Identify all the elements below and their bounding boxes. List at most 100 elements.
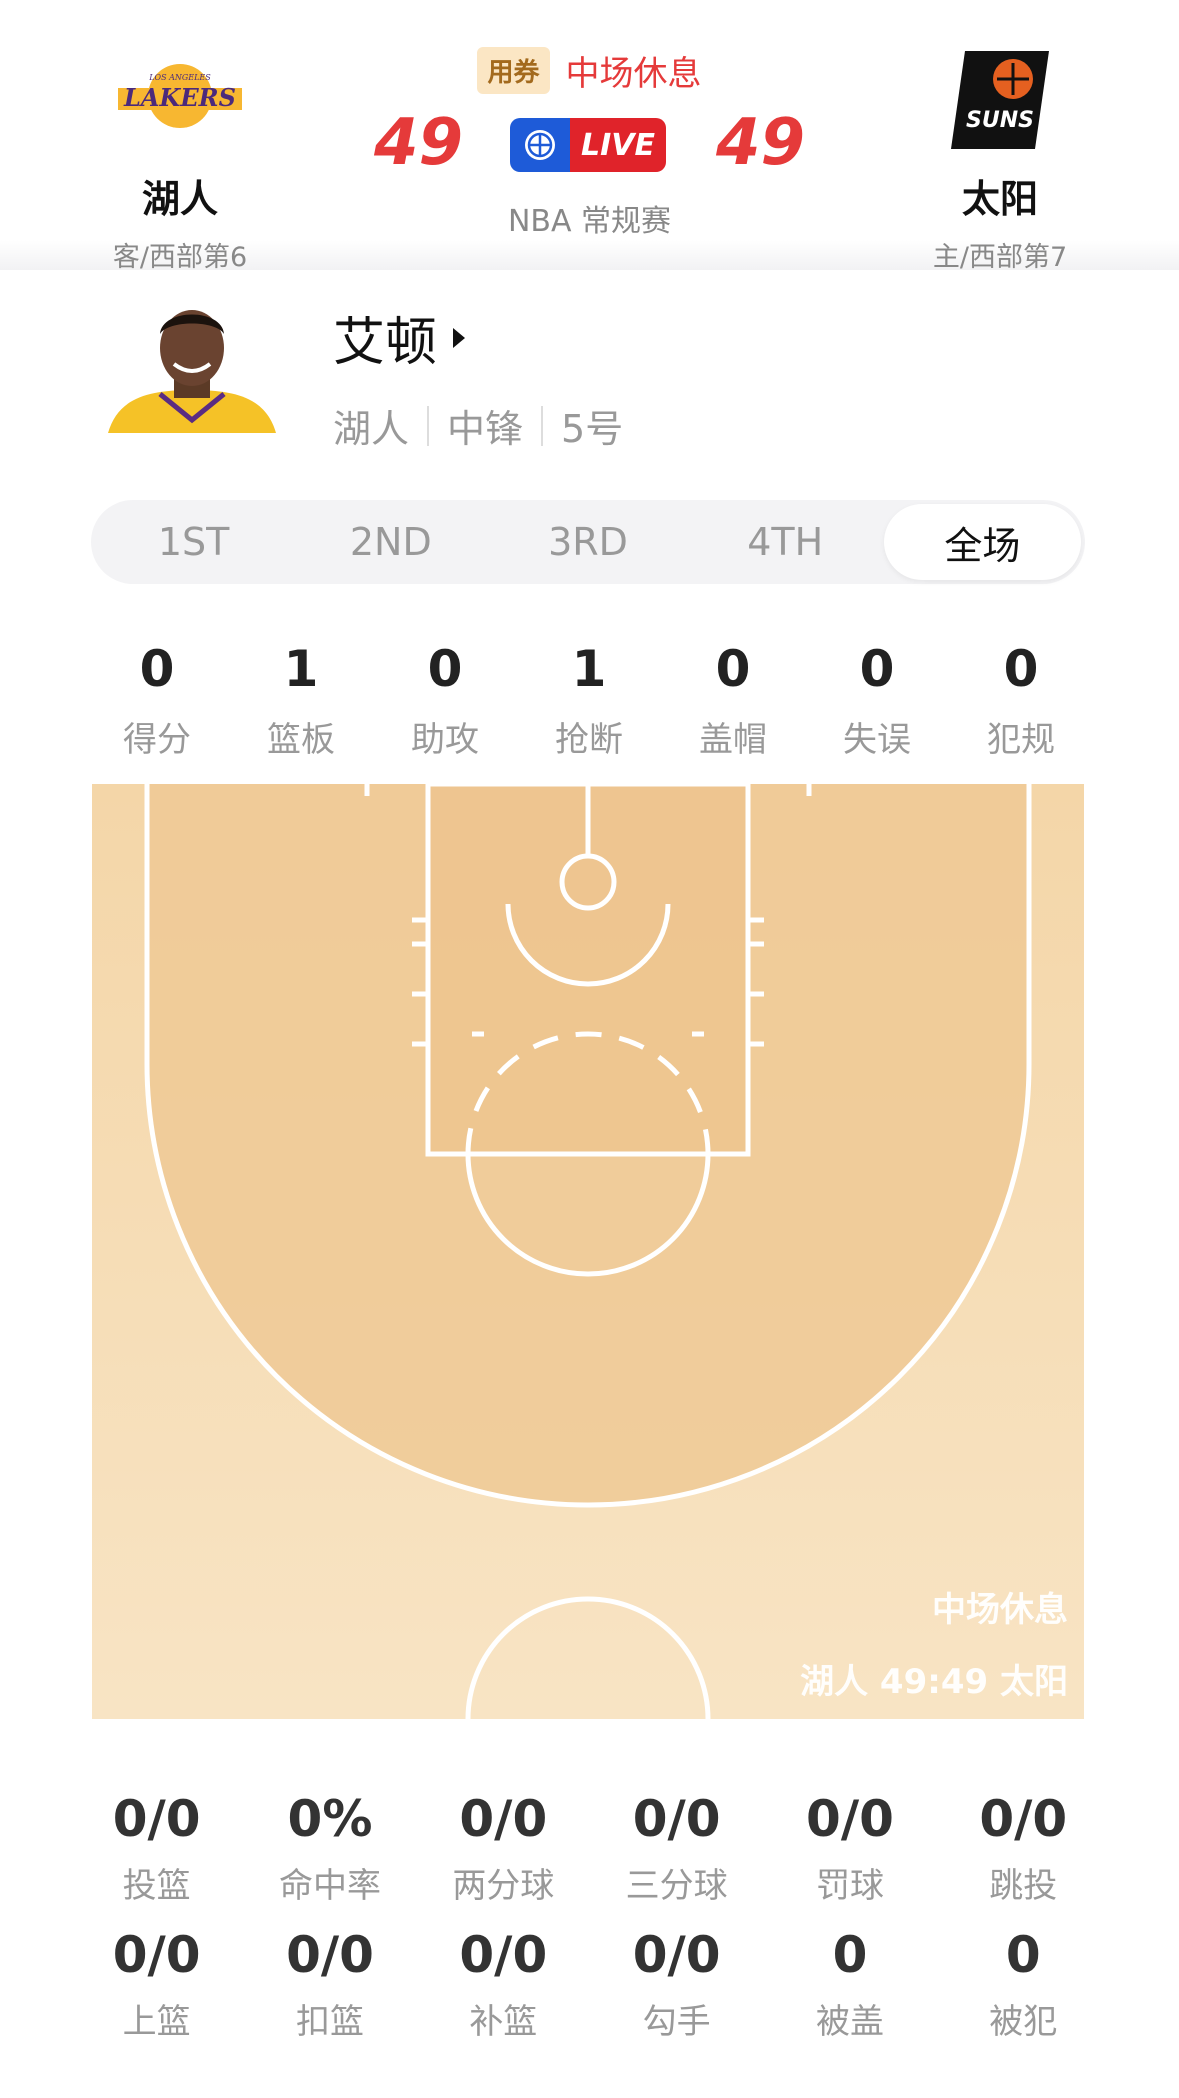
player-name: 艾顿 [333,313,438,373]
stat-two-pointers: 0/0 两分球 [417,1790,590,1907]
home-score: 49 [715,106,805,180]
stat-free-throws: 0/0 罚球 [763,1790,936,1907]
stat-label: 抢断 [555,720,623,760]
stat-value: 0 [859,640,895,698]
svg-text:LOS ANGELES: LOS ANGELES [148,73,211,82]
stat-value: 0/0 [459,1790,548,1848]
shot-chart-court: 中场休息 湖人 49:49 太阳 [92,784,1084,1719]
stat-value: 1 [571,640,607,698]
score-center: 用券 中场休息 49 LIVE 49 NBA 常规赛 [350,40,829,240]
stat-field-goals: 0/0 投篮 [70,1790,243,1907]
stat-blocked: 0 被盖 [763,1926,936,2043]
stat-blocks: 0 盖帽 [661,640,805,761]
stat-value: 0/0 [979,1790,1068,1848]
summary-stats: 0 得分 1 篮板 0 助攻 1 抢断 0 盖帽 0 失误 0 犯规 [85,640,1093,761]
game-player-stats-page: LOS ANGELES LAKERS 湖人 客/西部第6 用券 中场休息 49 [0,0,1179,2098]
stat-value: 0/0 [112,1926,201,1984]
stat-value: 0% [287,1790,373,1848]
stat-label: 被盖 [815,2002,884,2042]
stat-points: 0 得分 [85,640,229,761]
live-label: LIVE [570,118,666,172]
divider [427,405,430,446]
stat-value: 0 [1005,1926,1041,1984]
player-info: 艾顿 湖人 中锋 5号 [0,290,1179,453]
player-name-link[interactable]: 艾顿 [333,300,467,375]
divider [541,405,544,446]
stat-label: 两分球 [452,1866,555,1906]
stat-value: 0 [715,640,751,698]
stat-label: 罚球 [815,1866,884,1906]
player-position: 中锋 [447,407,524,451]
period-tabs: 1ST 2ND 3RD 4TH 全场 [91,500,1085,584]
tab-1st[interactable]: 1ST [95,504,292,580]
basketball-icon [510,118,570,172]
stat-value: 1 [283,640,319,698]
suns-logo: SUNS [925,40,1075,160]
stat-label: 失误 [843,720,911,760]
stat-label: 上篮 [122,2002,191,2042]
stat-label: 篮板 [267,720,335,760]
shooting-stats-row-2: 0/0 上篮 0/0 扣篮 0/0 补篮 0/0 勾手 0 被盖 0 被犯 [70,1926,1110,2043]
lakers-logo: LOS ANGELES LAKERS [105,40,255,160]
stat-hook-shots: 0/0 勾手 [590,1926,763,2043]
stat-label: 补篮 [469,2002,538,2042]
stat-fg-pct: 0% 命中率 [243,1790,416,1907]
player-team: 湖人 [333,407,410,451]
away-team-standing: 客/西部第6 [112,242,248,273]
stat-label: 盖帽 [699,720,767,760]
stat-label: 扣篮 [295,2002,364,2042]
shooting-stats-row-1: 0/0 投篮 0% 命中率 0/0 两分球 0/0 三分球 0/0 罚球 0/0 跳投 [70,1790,1110,1907]
player-avatar [108,298,276,433]
stat-fouls: 0 犯规 [949,640,1093,761]
stat-jump-shots: 0/0 跳投 [937,1790,1110,1907]
stat-label: 跳投 [989,1866,1058,1906]
tab-full-game[interactable]: 全场 [883,504,1082,580]
stat-steals: 1 抢断 [517,640,661,761]
stat-turnovers: 0 失误 [805,640,949,761]
stat-value: 0 [427,640,463,698]
stat-label: 三分球 [625,1866,728,1906]
stat-three-pointers: 0/0 三分球 [590,1790,763,1907]
stat-label: 犯规 [987,720,1055,760]
league-label: NBA 常规赛 [507,204,672,239]
stat-rebounds: 1 篮板 [229,640,373,761]
caret-right-icon [453,327,466,348]
stat-value: 0 [832,1926,868,1984]
stat-label: 得分 [123,720,191,760]
stat-label: 投篮 [122,1866,191,1906]
tab-4th[interactable]: 4TH [687,504,884,580]
stat-dunks: 0/0 扣篮 [243,1926,416,2043]
stat-label: 被犯 [989,2002,1058,2042]
stat-value: 0 [139,640,175,698]
svg-text:SUNS: SUNS [966,108,1034,133]
player-meta: 湖人 中锋 5号 [333,398,623,453]
stat-layups: 0/0 上篮 [70,1926,243,2043]
game-status: 中场休息 [565,53,702,94]
home-team-standing: 主/西部第7 [932,242,1068,273]
stat-value: 0/0 [112,1790,201,1848]
stat-assists: 0 助攻 [373,640,517,761]
stat-value: 0/0 [806,1790,894,1848]
player-number: 5号 [561,407,624,451]
home-team[interactable]: SUNS 太阳 主/西部第7 [880,40,1120,274]
tab-2nd[interactable]: 2ND [292,504,489,580]
stat-label: 助攻 [411,720,479,760]
stat-putbacks: 0/0 补篮 [417,1926,590,2043]
stat-value: 0 [1003,640,1039,698]
stat-label: 勾手 [642,2002,711,2042]
game-header: LOS ANGELES LAKERS 湖人 客/西部第6 用券 中场休息 49 [0,0,1179,273]
stat-fouled: 0 被犯 [937,1926,1110,2043]
live-badge[interactable]: LIVE [510,118,666,172]
away-score: 49 [374,106,464,180]
away-team[interactable]: LOS ANGELES LAKERS 湖人 客/西部第6 [60,40,300,274]
stat-value: 0/0 [459,1926,548,1984]
stat-value: 0/0 [632,1790,721,1848]
stat-value: 0/0 [632,1926,721,1984]
court-score-line: 湖人 49:49 太阳 [800,1662,1068,1702]
away-team-name: 湖人 [141,177,218,221]
tab-3rd[interactable]: 3RD [489,504,686,580]
svg-text:LAKERS: LAKERS [123,83,236,112]
coupon-badge[interactable]: 用券 [477,46,550,94]
stat-label: 命中率 [278,1866,381,1906]
court-game-status: 中场休息 [932,1590,1068,1630]
